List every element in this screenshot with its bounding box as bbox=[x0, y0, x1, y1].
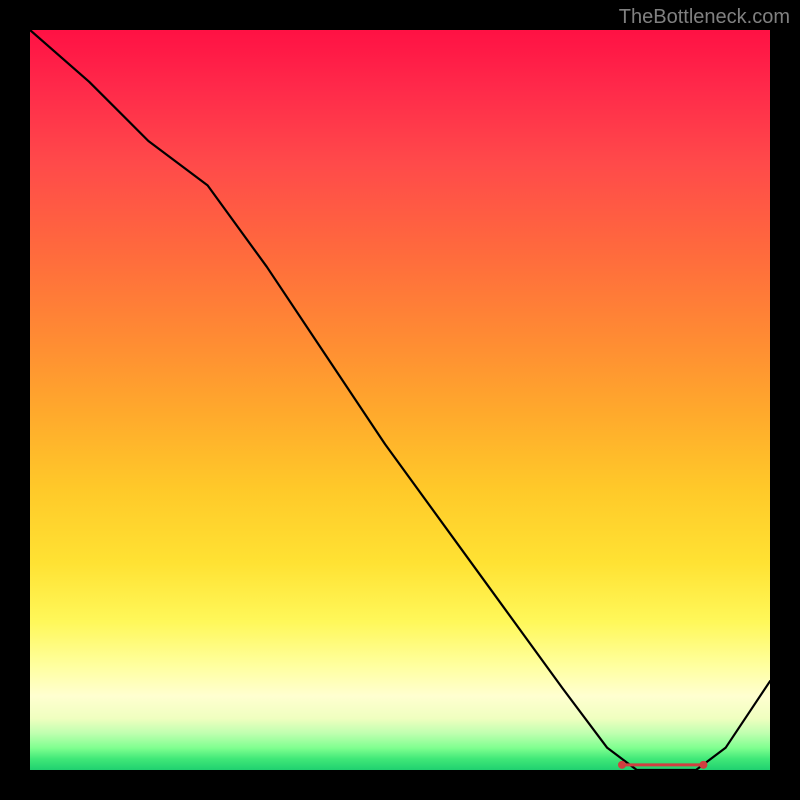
valley-dot-right bbox=[699, 761, 707, 769]
plot-area bbox=[30, 30, 770, 770]
attribution-text: TheBottleneck.com bbox=[619, 6, 790, 29]
bottleneck-curve-line bbox=[30, 30, 770, 770]
chart-svg bbox=[30, 30, 770, 770]
valley-dot-left bbox=[618, 761, 626, 769]
